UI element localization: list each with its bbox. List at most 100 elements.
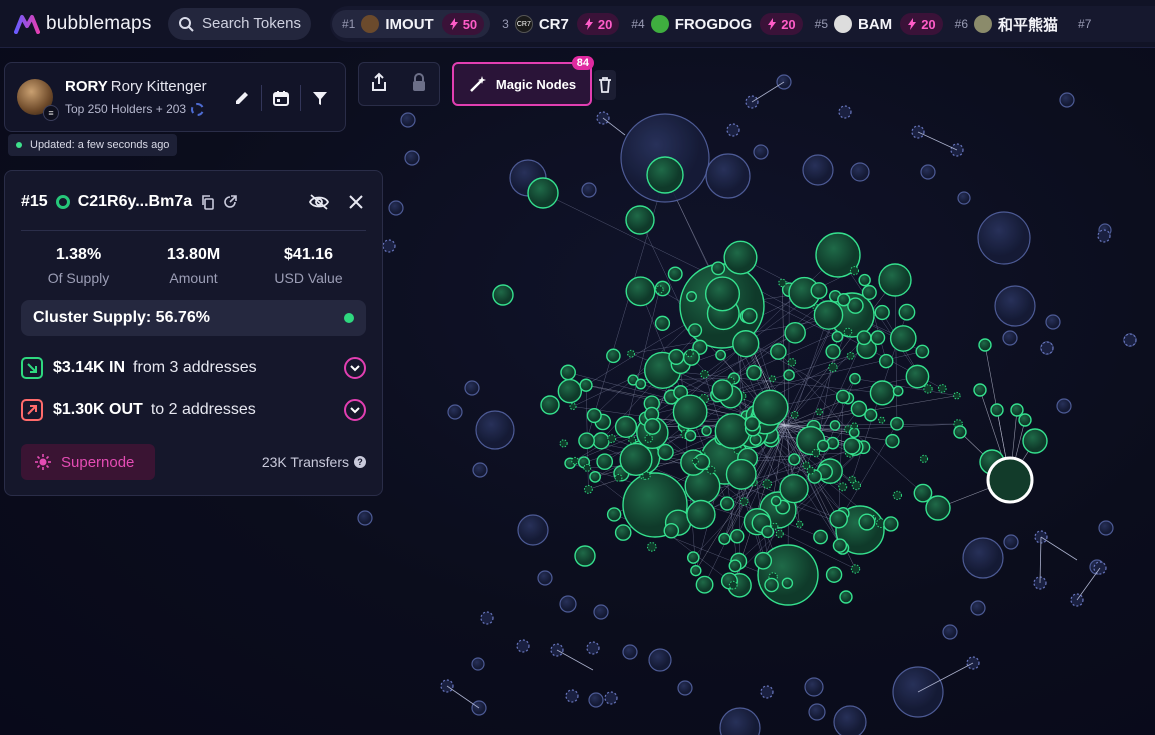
cluster-holder-bubble[interactable] (607, 434, 617, 444)
cluster-holder-bubble[interactable] (706, 465, 716, 475)
trash-icon[interactable] (594, 70, 616, 100)
cluster-holder-bubble[interactable] (781, 577, 794, 589)
inflow-row[interactable]: $3.14K IN from 3 addresses (21, 354, 366, 382)
holder-bubble[interactable] (719, 707, 761, 735)
holder-bubble[interactable] (962, 537, 1004, 579)
holder-bubble[interactable] (588, 692, 604, 708)
cluster-holder-bubble[interactable] (858, 513, 876, 531)
cluster-holder-bubble[interactable] (990, 403, 1004, 417)
cluster-holder-bubble[interactable] (779, 473, 809, 504)
cluster-holder-bubble[interactable] (843, 327, 853, 337)
holder-bubble[interactable] (1059, 92, 1075, 108)
cluster-holder-bubble[interactable] (770, 343, 787, 360)
cluster-holder-bubble[interactable] (937, 384, 947, 393)
holder-bubble[interactable] (1003, 534, 1019, 550)
cluster-holder-bubble[interactable] (732, 330, 760, 358)
holder-bubble[interactable] (404, 150, 420, 166)
cluster-holder-bubble[interactable] (579, 378, 593, 392)
dashed-holder-bubble[interactable] (726, 123, 740, 137)
cluster-supply-row[interactable]: Cluster Supply: 56.76% (21, 300, 366, 336)
cluster-holder-bubble[interactable] (885, 433, 900, 449)
cluster-holder-bubble[interactable] (890, 416, 904, 431)
cluster-holder-bubble[interactable] (644, 434, 653, 443)
cluster-holder-bubble[interactable] (695, 575, 714, 594)
ticker-item-frogdog[interactable]: #4 FROGDOG 20 (631, 13, 803, 35)
holder-bubble[interactable] (1056, 398, 1072, 414)
cluster-holder-bubble[interactable] (783, 369, 795, 381)
cluster-holder-bubble[interactable] (787, 358, 797, 367)
cluster-holder-bubble[interactable] (672, 394, 708, 430)
cluster-holder-bubble[interactable] (864, 408, 878, 422)
cluster-holder-bubble[interactable] (728, 580, 738, 590)
cluster-holder-bubble[interactable] (848, 475, 857, 484)
cluster-holder-bubble[interactable] (813, 300, 844, 330)
cluster-holder-bubble[interactable] (837, 293, 851, 307)
holder-bubble[interactable] (802, 154, 834, 186)
cluster-holder-bubble[interactable] (761, 525, 775, 539)
cluster-holder-bubble[interactable] (898, 303, 916, 321)
cluster-holder-bubble[interactable] (711, 261, 726, 276)
cluster-holder-bubble[interactable] (592, 432, 610, 450)
cluster-holder-bubble[interactable] (919, 454, 929, 463)
ticker-item-panda[interactable]: #6 和平熊猫 (955, 14, 1066, 35)
cluster-holder-bubble[interactable] (657, 443, 674, 461)
external-link-icon[interactable] (222, 194, 238, 210)
cluster-holder-bubble[interactable] (825, 566, 843, 583)
cluster-holder-bubble[interactable] (741, 307, 758, 325)
cluster-holder-bubble[interactable] (770, 495, 782, 507)
cluster-holder-bubble[interactable] (905, 364, 930, 389)
cluster-holder-bubble[interactable] (778, 278, 787, 288)
cluster-holder-bubble[interactable] (973, 383, 987, 397)
cluster-holder-bubble[interactable] (828, 362, 838, 373)
cluster-holder-bubble[interactable] (614, 415, 638, 439)
cluster-holder-bubble[interactable] (825, 343, 841, 360)
cluster-holder-bubble[interactable] (625, 276, 656, 307)
cluster-holder-bubble[interactable] (790, 410, 799, 419)
cluster-holder-bubble[interactable] (831, 330, 844, 343)
cluster-holder-bubble[interactable] (719, 496, 735, 511)
cluster-holder-bubble[interactable] (839, 590, 853, 604)
holder-bubble[interactable] (400, 112, 416, 128)
holder-bubble[interactable] (388, 200, 404, 216)
cluster-holder-bubble[interactable] (569, 402, 577, 411)
lock-icon[interactable] (410, 72, 428, 97)
holder-bubble[interactable] (622, 644, 638, 660)
cluster-holder-bubble[interactable] (762, 479, 773, 489)
holder-bubble[interactable] (537, 570, 553, 586)
cluster-holder-bubble[interactable] (646, 542, 657, 552)
holder-bubble[interactable] (957, 191, 971, 205)
cluster-holder-bubble[interactable] (606, 348, 621, 364)
share-icon[interactable] (370, 72, 388, 97)
cluster-holder-bubble[interactable] (589, 470, 601, 483)
cluster-holder-bubble[interactable] (686, 551, 700, 564)
cluster-holder-bubble[interactable] (925, 495, 951, 521)
cluster-holder-bubble[interactable] (691, 457, 699, 465)
cluster-holder-bubble[interactable] (704, 276, 741, 312)
holder-bubble[interactable] (677, 680, 693, 696)
cluster-holder-bubble[interactable] (788, 453, 801, 466)
cluster-holder-bubble[interactable] (663, 523, 680, 539)
cluster-holder-bubble[interactable] (769, 375, 777, 383)
holder-bubble[interactable] (559, 595, 577, 613)
dashed-holder-bubble[interactable] (838, 105, 852, 119)
holder-bubble[interactable] (808, 703, 826, 721)
holder-bubble[interactable] (472, 462, 488, 478)
selected-holder-bubble[interactable] (986, 456, 1034, 504)
cluster-holder-bubble[interactable] (711, 379, 734, 401)
cluster-holder-bubble[interactable] (644, 418, 661, 435)
dashed-holder-bubble[interactable] (516, 639, 530, 653)
cluster-holder-bubble[interactable] (858, 273, 871, 287)
cluster-holder-bubble[interactable] (892, 385, 904, 397)
cluster-holder-bubble[interactable] (849, 266, 860, 276)
cluster-holder-bubble[interactable] (796, 520, 804, 528)
cluster-holder-bubble[interactable] (578, 432, 595, 450)
cluster-holder-bubble[interactable] (686, 291, 697, 302)
cluster-holder-bubble[interactable] (892, 490, 903, 500)
cluster-holder-bubble[interactable] (596, 453, 614, 471)
dashed-holder-bubble[interactable] (760, 685, 774, 699)
cluster-holder-bubble[interactable] (746, 364, 762, 381)
cluster-holder-bubble[interactable] (723, 240, 758, 275)
holder-bubble[interactable] (920, 164, 936, 180)
cluster-holder-bubble[interactable] (829, 420, 841, 431)
cluster-holder-bubble[interactable] (625, 205, 655, 235)
